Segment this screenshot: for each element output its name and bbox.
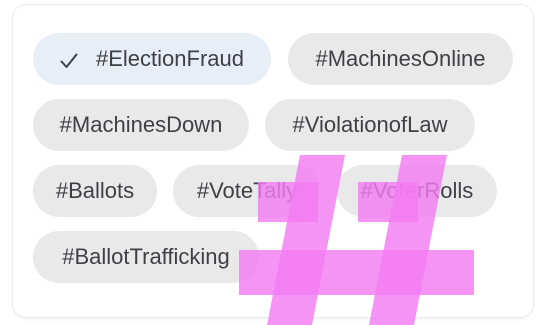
chip-machines-down[interactable]: #MachinesDown <box>33 99 249 151</box>
chip-voter-rolls[interactable]: #VoterRolls <box>337 165 497 217</box>
chip-ballots[interactable]: #Ballots <box>33 165 157 217</box>
chip-label: #VoterRolls <box>360 178 474 203</box>
chip-ballot-trafficking[interactable]: #BallotTrafficking <box>33 231 259 283</box>
chip-machines-online[interactable]: #MachinesOnline <box>288 33 513 85</box>
chip-vote-tally[interactable]: #VoteTally <box>173 165 321 217</box>
chip-violation-of-law[interactable]: #ViolationofLaw <box>265 99 475 151</box>
chip-label: #Ballots <box>55 178 135 203</box>
chip-election-fraud[interactable]: #ElectionFraud <box>33 33 271 85</box>
chip-label: #ElectionFraud <box>96 46 244 71</box>
chip-label: #MachinesOnline <box>315 46 486 71</box>
check-icon <box>60 50 78 68</box>
hashtag-chip-panel: #ElectionFraud #MachinesOnline #Machines… <box>12 4 534 318</box>
chip-label: #BallotTrafficking <box>62 244 230 269</box>
chip-label: #ViolationofLaw <box>292 112 448 137</box>
chip-label: #VoteTally <box>196 178 298 203</box>
chip-label: #MachinesDown <box>59 112 223 137</box>
